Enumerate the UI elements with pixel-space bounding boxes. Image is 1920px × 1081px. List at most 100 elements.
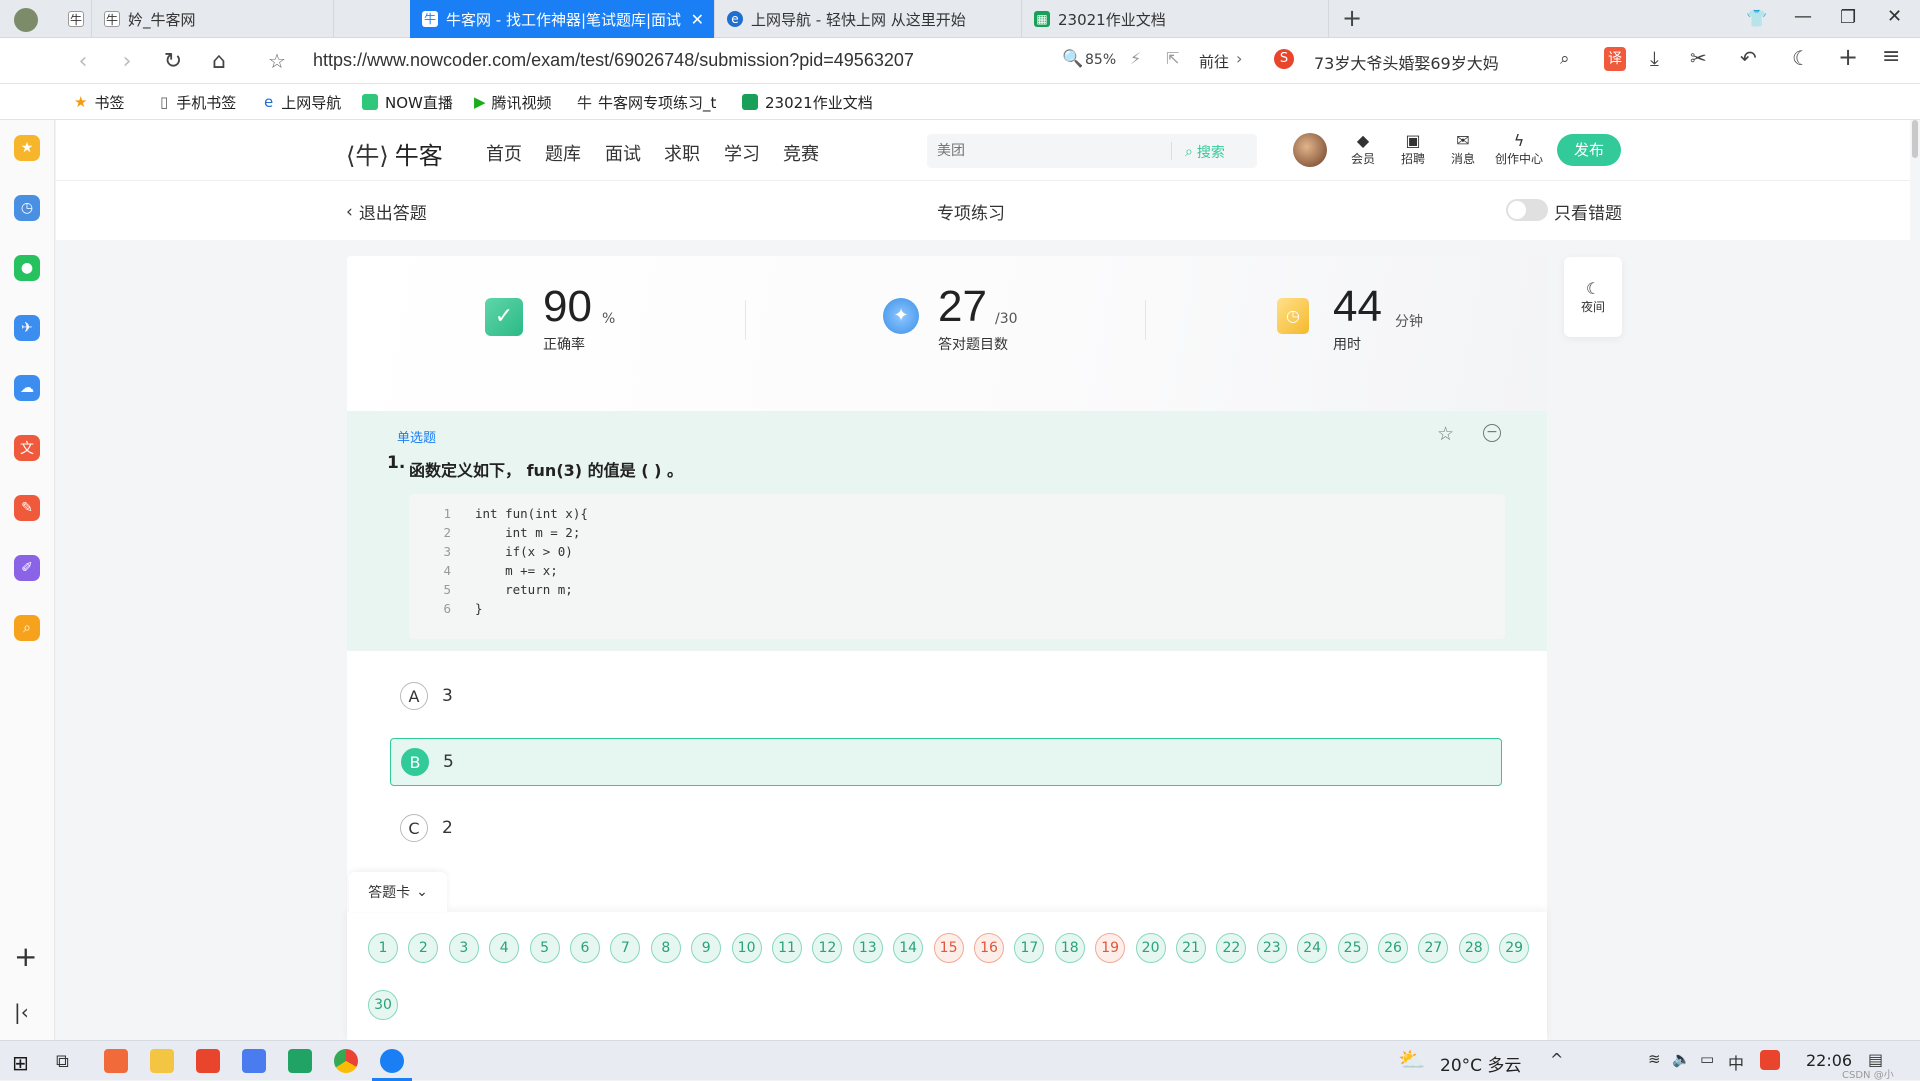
menu-jobs[interactable]: 求职 (664, 140, 700, 166)
search-input[interactable] (937, 141, 1157, 161)
sogou-tray-icon[interactable] (1760, 1050, 1780, 1070)
menu-icon[interactable]: ≡ (1882, 44, 1900, 69)
option-a[interactable]: A 3 (390, 672, 1502, 720)
add-icon[interactable]: + (1838, 43, 1858, 71)
creator-button[interactable]: ϟ 创作中心 (1492, 131, 1546, 167)
favorites-icon[interactable]: ★ (14, 135, 40, 161)
share-icon[interactable]: ⇱ (1166, 49, 1179, 68)
new-tab-button[interactable]: + (1342, 4, 1362, 32)
ide-icon[interactable] (288, 1049, 312, 1073)
question-cell[interactable]: 18 (1054, 933, 1085, 963)
url-field[interactable]: https://www.nowcoder.com/exam/test/69026… (313, 50, 914, 71)
collapse-icon[interactable]: − (1483, 424, 1501, 442)
browser-avatar[interactable] (14, 8, 38, 32)
publish-button[interactable]: 发布 (1557, 134, 1621, 166)
question-cell[interactable]: 23 (1256, 933, 1287, 963)
add-sidebar-icon[interactable]: + (14, 940, 37, 973)
translate-side-icon[interactable]: 文 (14, 435, 40, 461)
menu-questions[interactable]: 题库 (545, 140, 581, 166)
question-cell[interactable]: 10 (731, 933, 762, 963)
bookmark-sheet[interactable]: 23021作业文档 (742, 84, 873, 120)
back-icon[interactable]: ‹ (68, 46, 98, 76)
volume-icon[interactable]: 🔈 (1672, 1050, 1691, 1068)
question-cell[interactable]: 20 (1135, 933, 1166, 963)
exit-button[interactable]: ‹ 退出答题 (346, 199, 427, 225)
download-icon[interactable]: ⤓ (1650, 46, 1659, 70)
tab-pinned[interactable]: 牛 (56, 0, 92, 38)
bookmark-tencent-video[interactable]: ▶ 腾讯视频 (474, 84, 552, 120)
home-icon[interactable]: ⌂ (204, 46, 234, 76)
forward-icon[interactable]: › (112, 46, 142, 76)
search-side-icon[interactable]: ⌕ (14, 615, 40, 641)
ime-indicator[interactable]: 中 (1728, 1050, 1744, 1074)
lightning-icon[interactable]: ⚡ (1130, 49, 1141, 68)
wifi-icon[interactable]: ≋ (1648, 1050, 1661, 1068)
answer-card-toggle[interactable]: 答题卡 ⌄ (349, 872, 447, 912)
battery-icon[interactable]: ▭ (1700, 1050, 1714, 1068)
question-cell[interactable]: 24 (1297, 933, 1328, 963)
bookmark-navigation[interactable]: e 上网导航 (264, 84, 341, 120)
chevron-up-icon[interactable]: ^ (1550, 1050, 1563, 1069)
menu-interview[interactable]: 面试 (605, 140, 641, 166)
question-cell[interactable]: 8 (650, 933, 681, 963)
menu-contest[interactable]: 竞赛 (783, 140, 819, 166)
folder-icon[interactable] (150, 1049, 174, 1073)
night-mode-button[interactable]: ☾ 夜间 (1564, 257, 1622, 337)
tab-sheet[interactable]: ▦ 23021作业文档 (1022, 0, 1329, 38)
question-cell[interactable]: 13 (852, 933, 883, 963)
question-cell[interactable]: 21 (1176, 933, 1206, 963)
question-cell[interactable]: 5 (529, 933, 560, 963)
cloud-icon[interactable]: ☁ (14, 375, 40, 401)
minimize-icon[interactable]: — (1794, 6, 1812, 27)
sogou-icon[interactable]: S (1274, 49, 1294, 69)
browser-icon[interactable] (380, 1049, 404, 1073)
close-window-icon[interactable]: ✕ (1887, 6, 1902, 27)
translate-button[interactable]: 译 (1604, 47, 1626, 71)
bookmark-nowcoder[interactable]: 牛牛客网专项练习_t (577, 84, 716, 120)
app-icon[interactable] (104, 1049, 128, 1073)
search-icon[interactable]: ⌕ (1560, 49, 1570, 69)
chrome-icon[interactable] (334, 1049, 358, 1073)
question-cell[interactable]: 6 (570, 933, 600, 963)
task-view-icon[interactable]: ⧉ (56, 1051, 69, 1072)
question-cell[interactable]: 1 (368, 933, 398, 963)
site-logo[interactable]: ⟨牛⟩ 牛客 (346, 136, 443, 171)
recruit-button[interactable]: ▣ 招聘 (1398, 131, 1428, 167)
close-icon[interactable]: ✕ (691, 10, 704, 29)
windows-start-icon[interactable]: ⊞ (12, 1051, 29, 1075)
reload-icon[interactable]: ↻ (158, 46, 188, 76)
history-icon[interactable]: ◷ (14, 195, 40, 221)
bookmark-now[interactable]: NOW直播 (362, 84, 453, 120)
question-cell[interactable]: 11 (772, 933, 802, 963)
hot-search-text[interactable]: 73岁大爷头婚娶69岁大妈 (1314, 50, 1499, 74)
menu-learn[interactable]: 学习 (724, 140, 760, 166)
scrollbar[interactable] (1910, 120, 1920, 1040)
question-cell[interactable]: 19 (1095, 933, 1126, 963)
tab-nowcoder-1[interactable]: 牛妗_牛客网 (92, 0, 334, 38)
question-cell[interactable]: 29 (1499, 933, 1530, 963)
undo-icon[interactable]: ↶ (1740, 46, 1757, 70)
wechat-icon[interactable]: ● (14, 255, 40, 281)
restore-icon[interactable]: ❐ (1840, 7, 1856, 28)
menu-home[interactable]: 首页 (486, 140, 522, 166)
avatar[interactable] (1293, 133, 1327, 167)
question-cell[interactable]: 16 (974, 933, 1004, 963)
scrollbar-thumb[interactable] (1912, 120, 1918, 158)
question-cell[interactable]: 14 (893, 933, 924, 963)
pdf-icon[interactable]: ✎ (14, 495, 40, 521)
docs-icon[interactable] (242, 1049, 266, 1073)
question-cell[interactable]: 9 (691, 933, 722, 963)
notes-icon[interactable]: ✐ (14, 555, 40, 581)
collapse-sidebar-icon[interactable]: |‹ (14, 1000, 29, 1024)
favorite-icon[interactable]: ☆ (1437, 423, 1454, 445)
question-cell[interactable]: 26 (1378, 933, 1408, 963)
question-cell[interactable]: 25 (1337, 933, 1368, 963)
weather-text[interactable]: 20°C 多云 (1440, 1051, 1521, 1076)
question-cell[interactable]: 15 (933, 933, 964, 963)
scissors-icon[interactable]: ✂ (1690, 46, 1707, 70)
vip-button[interactable]: ◆ 会员 (1348, 131, 1378, 167)
option-b[interactable]: B 5 (390, 738, 1502, 786)
wps-icon[interactable] (196, 1049, 220, 1073)
question-cell[interactable]: 3 (448, 933, 479, 963)
bookmark-star[interactable]: ★ 书签 (74, 84, 124, 120)
